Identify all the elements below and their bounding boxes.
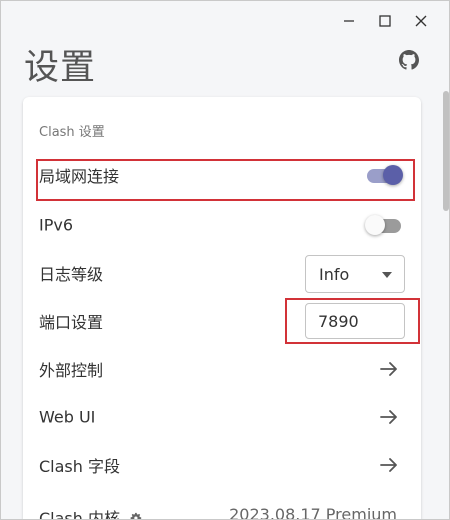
maximize-button[interactable] <box>367 7 403 35</box>
log-level-label: 日志等级 <box>39 265 104 284</box>
minimize-button[interactable] <box>331 7 367 35</box>
scrollbar-thumb[interactable] <box>443 91 449 211</box>
settings-window: 设置 Clash 设置 局域网连接 IPv6 日志等级 Info 端口设置 78… <box>0 0 450 520</box>
page-title: 设置 <box>24 48 97 88</box>
minimize-icon <box>344 20 354 22</box>
section-title: Clash 设置 <box>39 125 105 140</box>
port-highlight-box <box>285 298 420 344</box>
github-icon[interactable] <box>399 50 419 70</box>
clash-core-label-wrap: Clash 内核 <box>39 505 142 520</box>
settings-card: Clash 设置 局域网连接 IPv6 日志等级 Info 端口设置 7890 … <box>23 97 421 520</box>
arrow-right-icon[interactable] <box>379 407 399 427</box>
web-ui-label: Web UI <box>39 407 96 427</box>
maximize-icon <box>379 15 391 27</box>
close-button[interactable] <box>403 7 439 35</box>
title-bar <box>309 1 449 41</box>
gear-icon[interactable] <box>129 512 142 520</box>
clash-core-row[interactable]: Clash 内核 2023.08.17 Premium <box>23 493 421 520</box>
chevron-down-icon <box>382 272 392 278</box>
log-level-value: Info <box>319 265 350 284</box>
arrow-right-icon[interactable] <box>379 455 399 475</box>
arrow-right-icon[interactable] <box>379 359 399 379</box>
lan-highlight-box <box>36 159 415 201</box>
ipv6-row[interactable]: IPv6 <box>23 201 421 249</box>
web-ui-row[interactable]: Web UI <box>23 393 421 441</box>
close-icon <box>415 15 427 27</box>
clash-core-version: 2023.08.17 Premium <box>229 505 397 520</box>
clash-fields-label: Clash 字段 <box>39 457 120 476</box>
external-control-row[interactable]: 外部控制 <box>23 345 421 393</box>
clash-fields-row[interactable]: Clash 字段 <box>23 441 421 489</box>
ipv6-label: IPv6 <box>39 215 74 235</box>
external-control-label: 外部控制 <box>39 361 104 380</box>
toggle-thumb <box>365 215 385 235</box>
clash-core-label: Clash 内核 <box>39 509 120 520</box>
port-label: 端口设置 <box>39 313 104 332</box>
log-level-select[interactable]: Info <box>305 255 405 293</box>
ipv6-toggle[interactable] <box>365 215 403 235</box>
